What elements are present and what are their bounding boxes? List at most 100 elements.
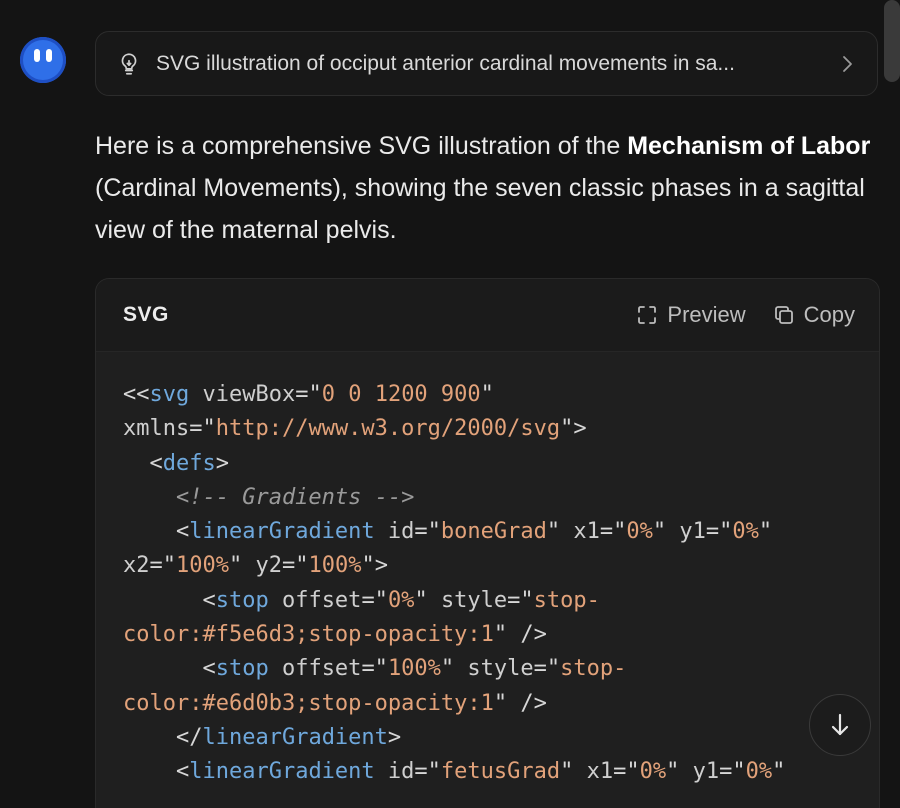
code-line: <stop offset="100%" style="stop- — [123, 652, 879, 686]
code-line: <defs> — [123, 447, 879, 481]
assistant-message: Here is a comprehensive SVG illustration… — [95, 125, 885, 251]
code-token-punct: " — [228, 553, 256, 579]
code-token-punct: " — [772, 759, 786, 785]
code-token-attr: viewBox — [202, 382, 296, 407]
chevron-right-icon[interactable] — [839, 53, 855, 75]
code-token-punct: " — [414, 587, 441, 613]
avatar-eye-right — [46, 49, 52, 62]
code-token-string: stop- — [533, 587, 600, 613]
code-token-punct: < — [123, 656, 216, 682]
code-token-punct: =" — [705, 519, 733, 545]
code-token-punct: < — [123, 519, 190, 545]
code-token-attr: y1 — [692, 759, 720, 785]
code-token-tag: stop — [215, 656, 269, 682]
code-token-attr: id — [387, 759, 415, 785]
code-line: <<svg viewBox="0 0 1200 900" — [123, 378, 879, 412]
code-token-punct: " — [666, 759, 693, 785]
code-token-string: 0% — [626, 519, 653, 545]
code-token-punct — [189, 382, 202, 407]
code-token-punct: =" — [189, 416, 216, 442]
chat-page: SVG illustration of occiput anterior car… — [0, 0, 900, 808]
code-line: color:#f5e6d3;stop-opacity:1" /> — [123, 618, 879, 652]
code-token-punct: " /> — [493, 690, 547, 716]
code-token-string: http://www.w3.org/2000/svg — [215, 416, 561, 442]
code-token-attr: style — [440, 587, 508, 613]
code-token-punct: " — [480, 382, 494, 407]
code-token-punct: < — [123, 587, 216, 613]
code-token-string: boneGrad — [440, 519, 547, 545]
code-block: SVG Preview Copy <<svg viewBox="0 0 1200… — [95, 278, 880, 808]
thought-summary-chip[interactable]: SVG illustration of occiput anterior car… — [95, 31, 878, 96]
code-token-punct: =" — [295, 382, 322, 407]
code-token-tag: linearGradient — [202, 724, 388, 750]
code-token-attr: y2 — [255, 553, 282, 579]
code-token-attr: x2 — [123, 553, 150, 579]
code-token-punct: =" — [149, 553, 177, 579]
code-token-punct: =" — [361, 656, 388, 682]
code-token-string: 100% — [308, 553, 362, 579]
code-token-string: color:#f5e6d3;stop-opacity: — [123, 622, 481, 648]
copy-button-label: Copy — [803, 302, 855, 327]
code-token-punct: "> — [361, 553, 388, 579]
code-token-punct: < — [123, 450, 163, 476]
scroll-to-bottom-button[interactable] — [809, 694, 871, 756]
code-token-tag: linearGradient — [189, 759, 375, 785]
preview-frame-icon — [638, 306, 657, 324]
code-token-attr: x1 — [573, 519, 600, 545]
code-token-punct — [269, 588, 282, 613]
code-token-string: 100% — [176, 553, 229, 579]
code-token-punct: =" — [414, 519, 441, 545]
code-token-tag: linearGradient — [189, 519, 375, 545]
code-token-number: 1 — [480, 690, 494, 716]
code-block-header: SVG Preview Copy — [96, 279, 879, 352]
code-token-punct: << — [123, 382, 150, 407]
code-content[interactable]: <<svg viewBox="0 0 1200 900" xmlns="http:… — [96, 352, 879, 790]
code-token-string: fetusGrad — [440, 759, 561, 785]
code-token-punct: " — [652, 519, 680, 545]
code-token-punct: " — [758, 519, 773, 545]
code-token-attr: id — [387, 519, 415, 545]
code-token-punct — [375, 759, 388, 784]
code-token-punct: =" — [361, 587, 388, 613]
preview-button-label: Preview — [667, 302, 746, 327]
copy-button[interactable]: Copy — [774, 302, 855, 328]
code-token-tag: svg — [149, 382, 190, 407]
code-token-punct: =" — [414, 759, 441, 785]
code-token-punct: > — [215, 450, 229, 476]
code-token-attr: offset — [281, 656, 362, 682]
code-token-attr: y1 — [679, 519, 706, 545]
code-token-string: 0% — [745, 759, 773, 785]
message-text-bold: Mechanism of Labor — [627, 132, 871, 160]
code-token-punct — [269, 656, 282, 681]
code-token-string: color:#e6d0b3;stop-opacity: — [123, 690, 481, 716]
code-token-string: stop- — [560, 656, 627, 682]
code-token-string: 0 0 1200 900 — [321, 382, 481, 407]
copy-icon — [774, 306, 793, 324]
code-token-number: 1 — [480, 622, 494, 648]
code-token-tag: stop — [215, 587, 269, 613]
code-token-punct — [375, 519, 388, 544]
code-token-string: 0% — [732, 519, 759, 545]
code-line: <linearGradient id="boneGrad" x1="0%" y1… — [123, 515, 879, 549]
thought-summary-text: SVG illustration of occiput anterior car… — [156, 51, 735, 75]
code-token-string: 0% — [387, 587, 415, 613]
code-line: xmlns="http://www.w3.org/2000/svg"> — [123, 412, 879, 446]
code-line: <stop offset="0%" style="stop- — [123, 584, 879, 618]
preview-button[interactable]: Preview — [637, 302, 746, 328]
arrow-down-icon — [831, 713, 849, 736]
code-token-punct: =" — [281, 553, 309, 579]
code-token-punct: </ — [123, 724, 203, 750]
code-token-punct: < — [123, 759, 190, 785]
code-line: <!-- Gradients --> — [123, 481, 879, 515]
code-token-attr: x1 — [586, 759, 614, 785]
code-token-punct: " — [560, 759, 587, 785]
code-language-label: SVG — [123, 303, 169, 326]
code-token-punct: " /> — [493, 622, 547, 648]
avatar-eye-left — [34, 49, 40, 62]
page-scrollbar[interactable] — [884, 0, 900, 82]
assistant-avatar — [20, 37, 66, 83]
code-token-punct: " — [440, 656, 468, 682]
code-token-punct: =" — [613, 759, 640, 785]
code-token-string: 100% — [387, 656, 441, 682]
code-token-tag: defs — [162, 450, 216, 476]
